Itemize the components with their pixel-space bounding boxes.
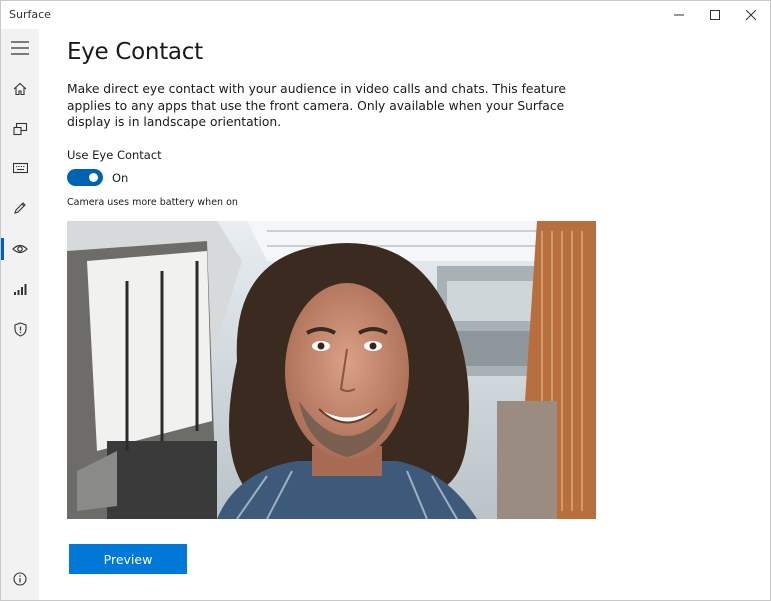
sidebar <box>1 29 39 600</box>
battery-note: Camera uses more battery when on <box>67 197 238 208</box>
shield-icon <box>13 321 27 337</box>
close-button[interactable] <box>733 1 769 29</box>
feature-description: Make direct eye contact with your audien… <box>67 82 566 129</box>
minimize-icon <box>674 14 684 16</box>
devices-icon <box>12 122 27 136</box>
page-title: Eye Contact <box>67 39 203 65</box>
eye-icon <box>12 244 28 254</box>
info-icon <box>13 572 27 586</box>
app-window: Surface Eye Contact Make direct eye cont… <box>0 0 771 601</box>
hamburger-menu-button[interactable] <box>1 31 39 65</box>
toggle-state-text: On <box>112 171 129 185</box>
sidebar-item-eye-contact[interactable] <box>1 232 39 266</box>
eye-contact-toggle-label: Use Eye Contact <box>67 148 162 162</box>
sidebar-item-about[interactable] <box>1 562 39 596</box>
sidebar-item-devices[interactable] <box>1 112 39 146</box>
toggle-knob <box>89 173 98 182</box>
eye-contact-toggle[interactable] <box>67 169 103 186</box>
close-icon <box>746 10 756 20</box>
minimize-button[interactable] <box>661 1 697 29</box>
sidebar-item-home[interactable] <box>1 72 39 106</box>
hamburger-menu-icon <box>11 41 29 55</box>
sidebar-item-pen[interactable] <box>1 191 39 225</box>
preview-button[interactable]: Preview <box>69 544 187 574</box>
title-bar[interactable]: Surface <box>1 1 770 29</box>
sidebar-item-keyboard[interactable] <box>1 151 39 185</box>
signal-bars-icon <box>14 284 27 295</box>
maximize-icon <box>710 10 720 20</box>
sidebar-item-security[interactable] <box>1 312 39 346</box>
pen-icon <box>14 202 26 214</box>
sidebar-item-signal[interactable] <box>1 272 39 306</box>
camera-preview-image <box>67 221 596 519</box>
home-icon <box>13 82 27 96</box>
main-content: Eye Contact Make direct eye contact with… <box>39 29 770 600</box>
keyboard-icon <box>12 162 28 174</box>
window-title: Surface <box>9 8 51 21</box>
maximize-button[interactable] <box>697 1 733 29</box>
